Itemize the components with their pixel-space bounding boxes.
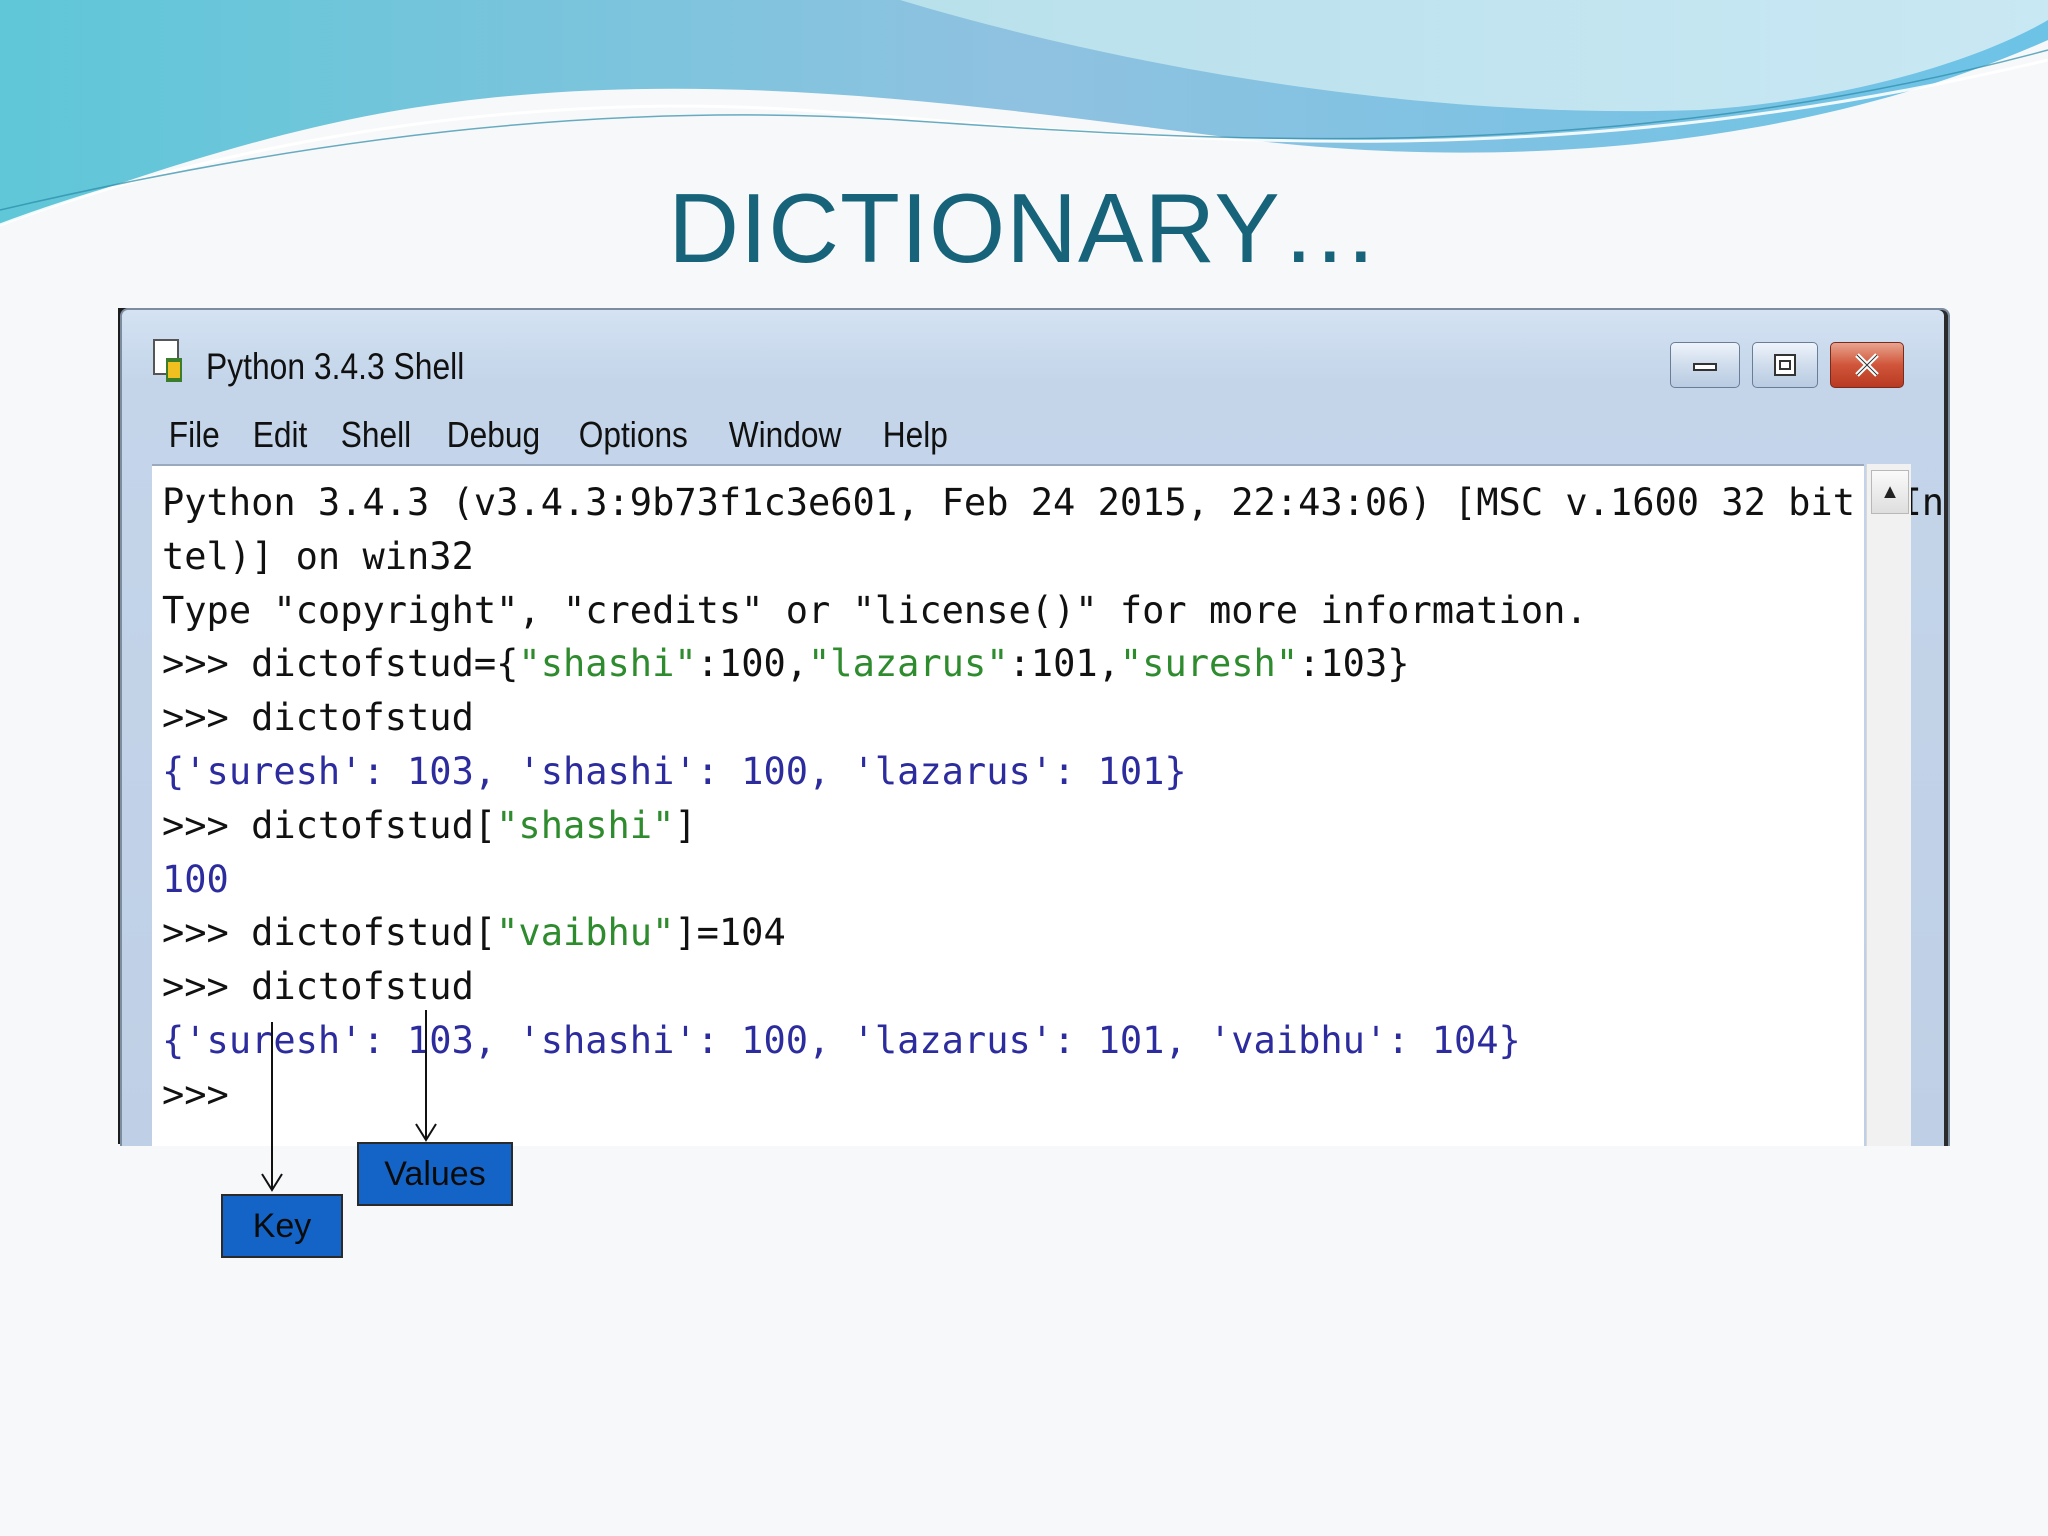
key-callout-label: Key [221,1194,343,1258]
callout-arrows [261,1010,437,1192]
values-callout-label: Values [357,1142,513,1206]
